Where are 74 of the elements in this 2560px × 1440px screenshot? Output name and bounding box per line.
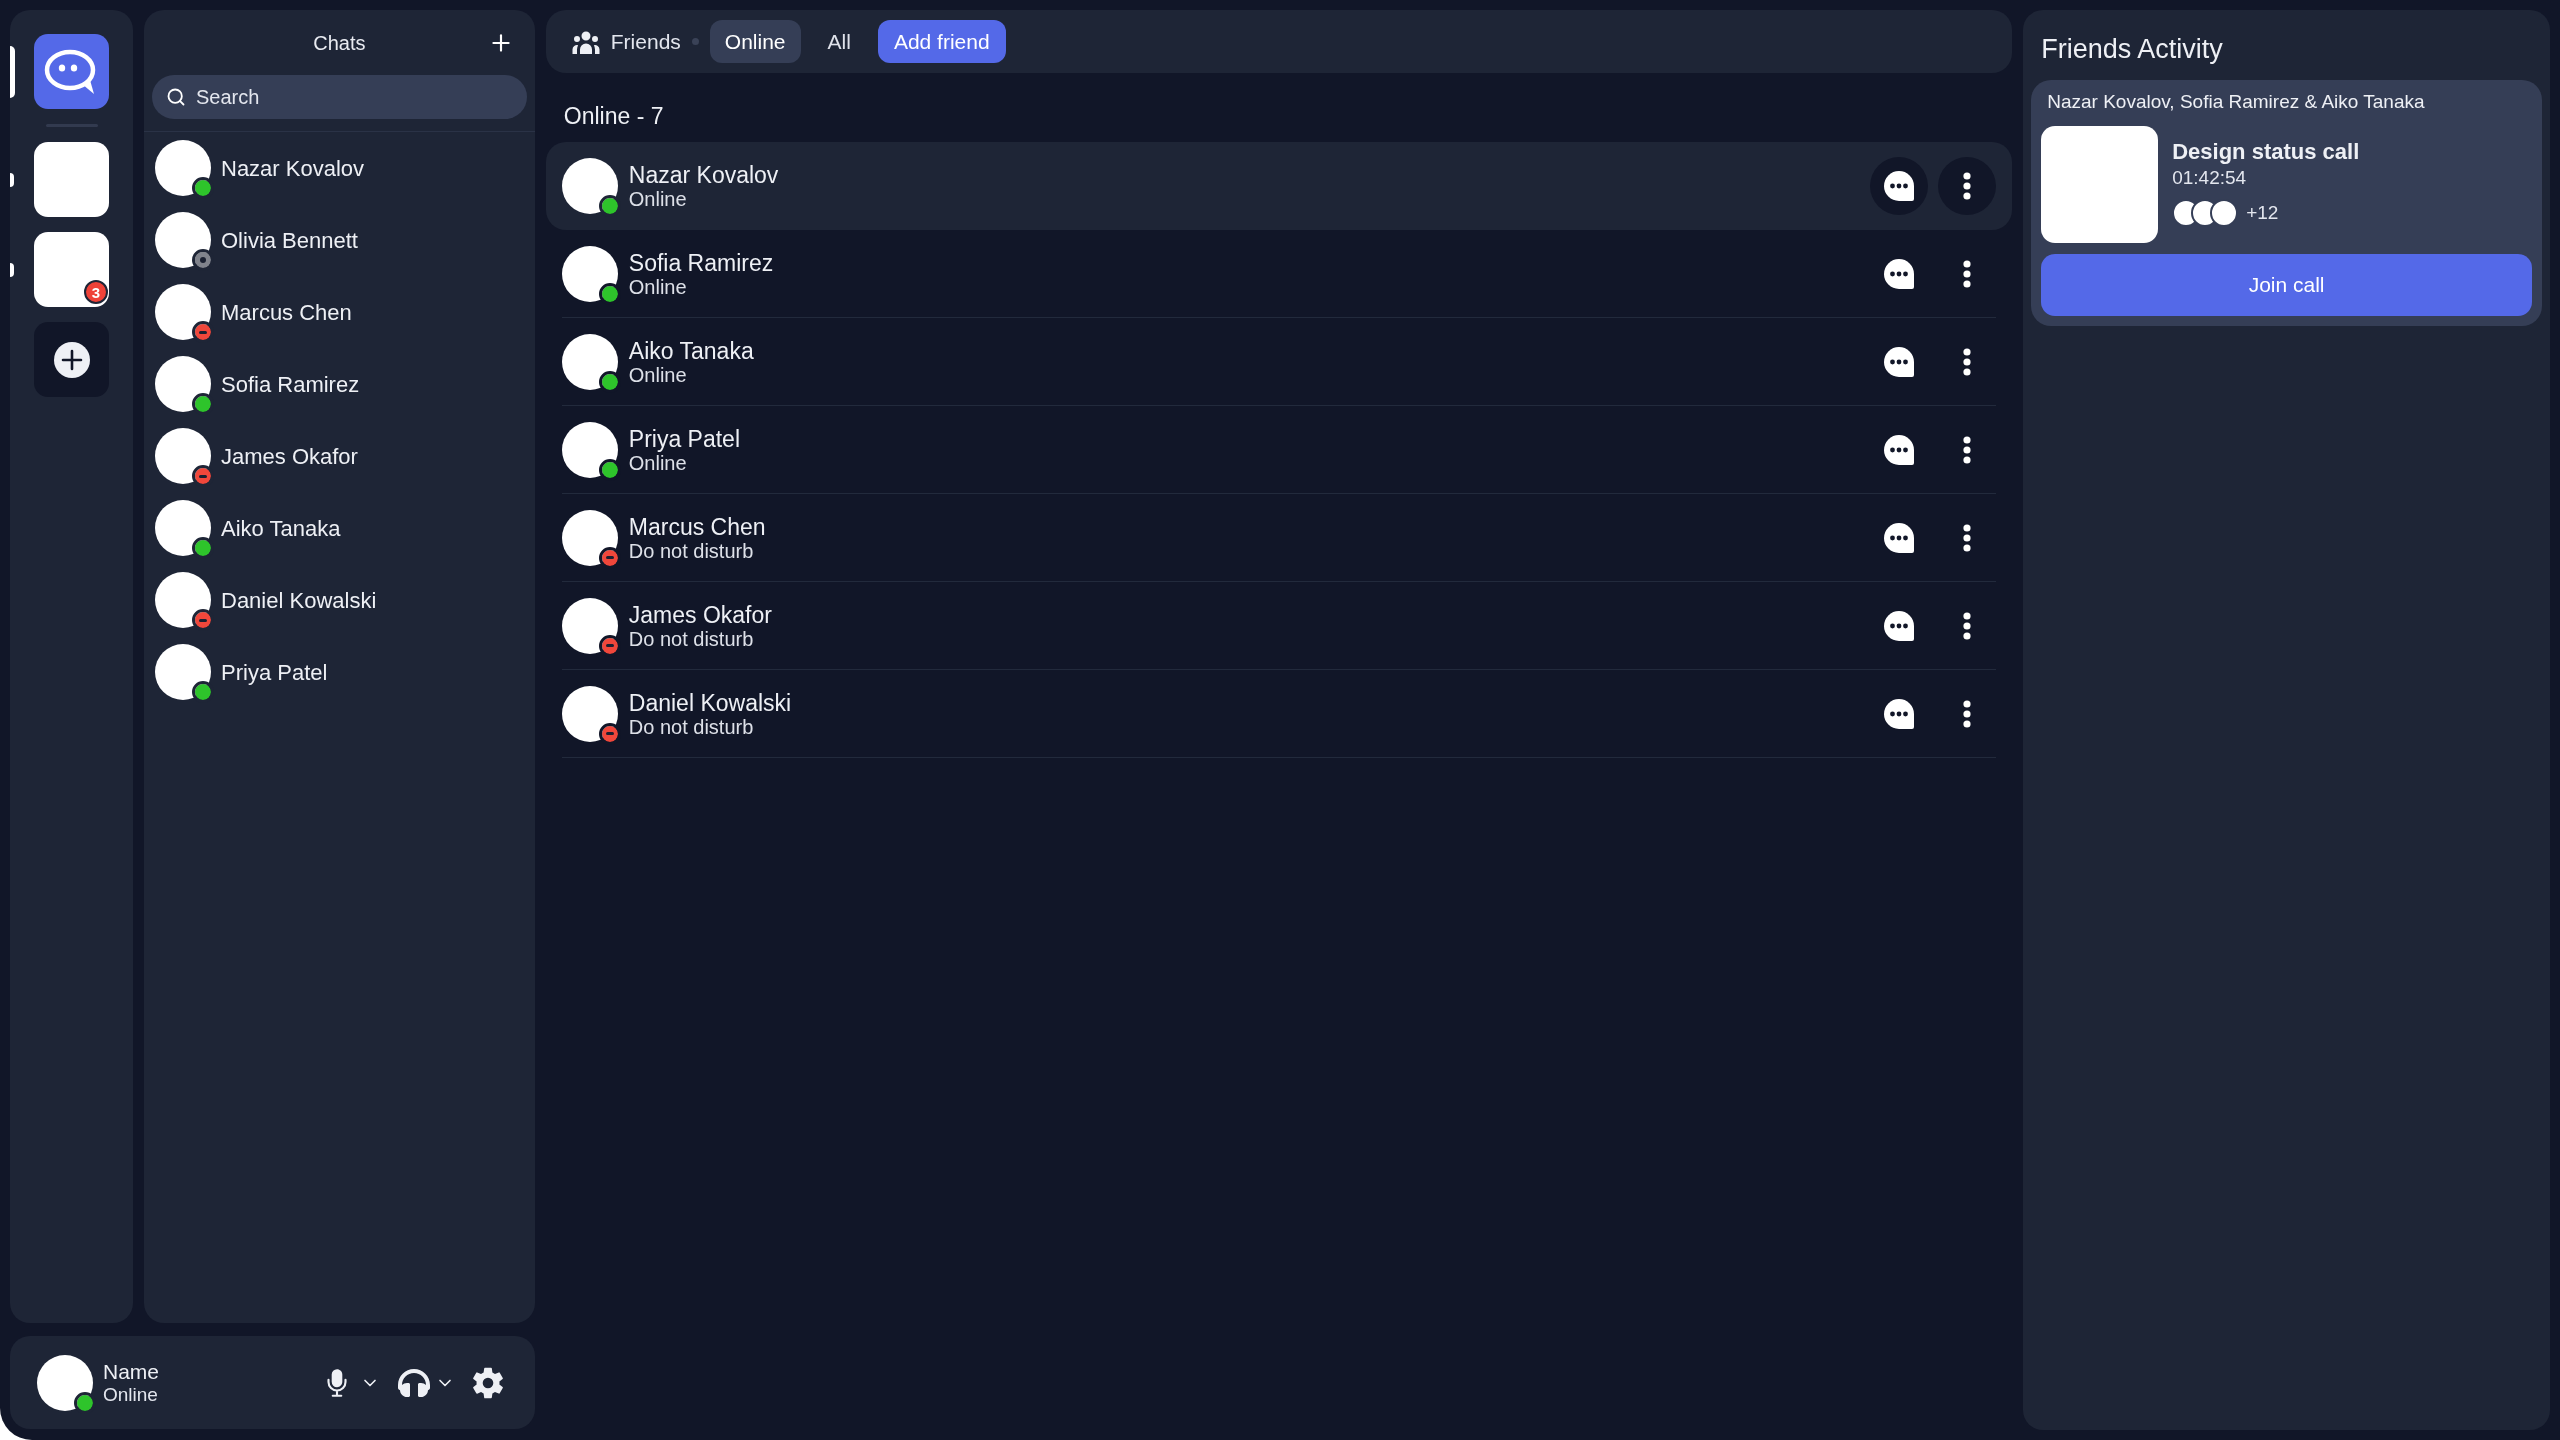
friend-name: Daniel Kowalski xyxy=(628,689,792,716)
more-vertical-icon xyxy=(1963,435,1972,464)
participants-text: Nazar Kovalov, Sofia Ramirez & Aiko Tanaka xyxy=(2046,90,2426,114)
chat-bubble-icon xyxy=(1883,257,1916,290)
avatar-placeholder xyxy=(155,500,211,556)
friend-name: Priya Patel xyxy=(628,425,740,452)
chat-item[interactable]: Daniel Kowalski xyxy=(144,564,535,636)
avatar-placeholder xyxy=(155,428,211,484)
friend-status: Do not disturb xyxy=(628,715,755,738)
call-title: Design status call xyxy=(2172,139,2360,165)
more-vertical-icon xyxy=(1963,171,1972,200)
search-field[interactable]: Search xyxy=(152,75,527,119)
search-icon xyxy=(166,87,186,107)
user-status: Online xyxy=(103,1383,159,1406)
chat-bubble-icon xyxy=(1883,521,1916,554)
friend-name: Sofia Ramirez xyxy=(628,249,774,276)
friend-status: Do not disturb xyxy=(628,627,755,650)
friend-row[interactable]: Aiko Tanaka Online xyxy=(545,318,2013,406)
chat-item[interactable]: Nazar Kovalov xyxy=(144,132,535,204)
settings-icon[interactable] xyxy=(470,1365,505,1400)
chat-item[interactable]: Priya Patel xyxy=(144,636,535,708)
friends-title: Friends xyxy=(610,28,681,55)
friend-name: Aiko Tanaka xyxy=(628,337,754,364)
chat-bubble-icon xyxy=(1883,433,1916,466)
friend-status: Online xyxy=(628,363,688,386)
avatar-placeholder xyxy=(155,284,211,340)
join-call-button[interactable]: Join call xyxy=(2041,254,2532,316)
friend-row[interactable]: James Okafor Do not disturb xyxy=(545,582,2013,670)
avatar-placeholder xyxy=(155,644,211,700)
friend-status: Online xyxy=(628,275,688,298)
call-duration: 01:42:54 xyxy=(2172,166,2248,190)
friend-name: Nazar Kovalov xyxy=(628,161,779,188)
chat-bubble-logo-icon[interactable] xyxy=(34,34,109,109)
chats-title: Chats xyxy=(313,30,366,56)
friend-row[interactable]: Sofia Ramirez Online xyxy=(545,230,2013,318)
friend-name: Marcus Chen xyxy=(628,513,766,540)
avatar-placeholder xyxy=(155,572,211,628)
friend-status: Online xyxy=(628,187,688,210)
chat-bubble-icon xyxy=(1883,609,1916,642)
section-heading: Online - 7 xyxy=(562,102,665,130)
avatar-placeholder xyxy=(155,356,211,412)
headphones-icon[interactable] xyxy=(397,1366,430,1399)
friend-status: Online xyxy=(628,451,688,474)
chat-bubble-icon xyxy=(1883,169,1916,202)
more-vertical-icon xyxy=(1963,347,1972,376)
filter-tab[interactable]: All xyxy=(812,20,866,63)
friend-status: Do not disturb xyxy=(628,539,755,562)
more-vertical-icon xyxy=(1963,259,1972,288)
server-tile[interactable] xyxy=(34,232,109,307)
server-tile[interactable] xyxy=(34,142,109,217)
add-server-button[interactable] xyxy=(34,322,109,397)
chat-bubble-icon xyxy=(1883,345,1916,378)
more-vertical-icon xyxy=(1963,611,1972,640)
activity-title: Friends Activity xyxy=(2041,33,2224,66)
more-vertical-icon xyxy=(1963,699,1972,728)
chat-item[interactable]: James Okafor xyxy=(144,420,535,492)
chat-item[interactable]: Marcus Chen xyxy=(144,276,535,348)
more-participants-count: +12 xyxy=(2246,201,2279,225)
avatar-placeholder xyxy=(155,212,211,268)
chat-bubble-icon xyxy=(1883,697,1916,730)
avatar-placeholder xyxy=(155,140,211,196)
friend-row[interactable]: Daniel Kowalski Do not disturb xyxy=(545,670,2013,758)
add-friend-button[interactable]: Add friend xyxy=(877,20,1006,63)
friend-row[interactable]: Nazar Kovalov Online xyxy=(545,142,2013,230)
friend-row[interactable]: Marcus Chen Do not disturb xyxy=(545,494,2013,582)
more-vertical-icon xyxy=(1963,523,1972,552)
filter-tab[interactable]: Online xyxy=(709,20,801,63)
chat-item[interactable]: Aiko Tanaka xyxy=(144,492,535,564)
friend-name: James Okafor xyxy=(628,601,772,628)
plus-icon xyxy=(53,341,90,378)
friend-row[interactable]: Priya Patel Online xyxy=(545,406,2013,494)
chat-item[interactable]: Sofia Ramirez xyxy=(144,348,535,420)
chat-item[interactable]: Olivia Bennett xyxy=(144,204,535,276)
user-name: Name xyxy=(103,1359,160,1384)
